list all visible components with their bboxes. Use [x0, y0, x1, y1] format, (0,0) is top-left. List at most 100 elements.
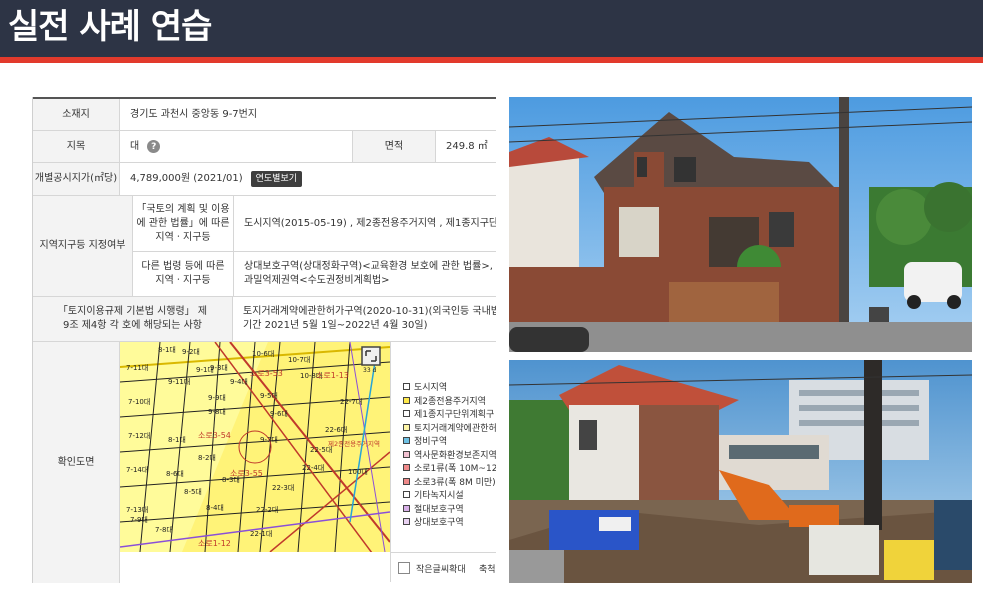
zoning-sub1-row: 「국토의 계획 및 이용에 관한 법률」에 따른 지역ㆍ지구등 도시지역(201…: [133, 196, 496, 252]
legend-label: 소로3류(폭 8M 미만): [414, 477, 496, 488]
zoning-sub2-label: 다른 법령 등에 따른 지역ㆍ지구등: [133, 252, 234, 296]
legend-swatch: [403, 423, 410, 431]
slide-header: 실전 사례 연습: [0, 0, 983, 57]
legend-item: 기타녹지시설: [403, 488, 464, 501]
parcel-label: 9-9대: [208, 394, 226, 402]
parcel-label: 7-12대: [128, 432, 150, 440]
legend-swatch: [403, 464, 410, 471]
legend-item: 소로1류(폭 10M~12M: [403, 461, 496, 474]
scale-label: 축척: [479, 565, 496, 575]
zoning-row: 지역지구등 지정여부 「국토의 계획 및 이용에 관한 법률」에 따른 지역ㆍ지…: [33, 196, 496, 297]
legend-label: 도시지역: [414, 383, 448, 393]
road-label: 제2종전용주거지역: [328, 439, 380, 448]
parcel-label: 7-13대: [126, 506, 148, 514]
parcel-label: 8-1대: [158, 346, 176, 354]
zoning-label: 지역지구등 지정여부: [33, 196, 133, 296]
map-expand-icon: [361, 346, 381, 366]
location-row: 소재지 경기도 과천시 중앙동 9-7번지: [33, 99, 496, 131]
parcel-label: 22-2대: [256, 506, 278, 514]
road-label: 소로3-53: [250, 369, 283, 378]
header-accent-rule: [0, 57, 983, 63]
legend-label: 제1종지구단위계획구: [414, 410, 495, 420]
legend-item: 상대보호구역: [403, 515, 464, 528]
legend-item: 소로3류(폭 8M 미만): [403, 475, 496, 488]
enforcement-row: 「토지이용규제 기본법 시행령」 제9조 제4항 각 호에 해당되는 사항 토지…: [33, 297, 496, 342]
parcel-label: 7-9대: [130, 516, 148, 524]
parcel-label: 22-4대: [302, 464, 324, 472]
cadastral-map-svg: 8-1대 9-2대9-3대10-6대10-7대10-8대9-11대 9-4대9-5대…: [120, 342, 390, 552]
price-value-cell: 4,789,000원 (2021/01) 연도별보기: [120, 163, 496, 195]
road-label: 소로3-55: [230, 469, 263, 478]
legend-label: 상대보호구역: [414, 518, 464, 528]
zoning-sub2-value: 상대보호구역(상대정화구역)<교육환경 보호에 관한 법률>, 역사 과밀억제권…: [234, 252, 496, 296]
enlarge-text-label: 작은글씨확대: [416, 565, 466, 575]
zoning-sub2-line2: 과밀억제권역<수도권정비계획법>: [244, 275, 390, 286]
parcel-label: 10-7대: [288, 356, 310, 364]
house-photo: [509, 97, 972, 352]
map-legend: 도시지역제2종전용주거지역제1종지구단위계획구토지거래계약에관한허정비구역역사문…: [390, 342, 496, 552]
price-label: 개별공시지가(㎡당): [33, 163, 120, 195]
parcel-label: 7-8대: [155, 526, 173, 534]
legend-item: 제2종전용주거지역: [403, 394, 486, 407]
legend-item: 절대보호구역: [403, 502, 464, 515]
enforcement-label: 「토지이용규제 기본법 시행령」 제9조 제4항 각 호에 해당되는 사항: [33, 297, 233, 341]
legend-item: 제1종지구단위계획구: [403, 407, 494, 420]
parcel-label: 9-8대: [208, 408, 226, 416]
zoning-sub2-row: 다른 법령 등에 따른 지역ㆍ지구등 상대보호구역(상대정화구역)<교육환경 보…: [133, 252, 496, 296]
yearly-view-button[interactable]: 연도별보기: [250, 171, 303, 187]
zoning-sub2-line1: 상대보호구역(상대정화구역)<교육환경 보호에 관한 법률>, 역사: [244, 261, 496, 272]
parcel-label: 9-4대: [230, 378, 248, 386]
demolition-photo-image: [509, 360, 972, 583]
parcel-label: 22-6대: [325, 426, 347, 434]
parcel-label: 8-5대: [184, 488, 202, 496]
map-footer: 작은글씨확대 축척: [390, 552, 496, 582]
legend-swatch: [403, 504, 410, 512]
cadastral-map[interactable]: 8-1대 9-2대 9-3대 10-6대 10-7대 10-8대 9-11대 9-4대 9-5대…: [120, 342, 390, 552]
parcel-label: 100대: [348, 468, 368, 476]
parcel-label: 7-10대: [128, 398, 150, 406]
enforcement-value: 토지거래계약에관한허가구역(2020-10-31)(외국인등 국내법인 기간 2…: [233, 297, 496, 341]
parcel-label: 9-2대: [182, 348, 200, 356]
demolition-photo: [509, 360, 972, 583]
enlarge-text-checkbox[interactable]: [398, 562, 410, 574]
road-label: 소로3-54: [198, 431, 231, 440]
parcel-label: 7-14대: [126, 466, 148, 474]
legend-label: 역사문화환경보존지역: [414, 450, 496, 461]
legend-swatch: [403, 450, 410, 458]
price-row: 개별공시지가(㎡당) 4,789,000원 (2021/01) 연도별보기: [33, 163, 496, 196]
category-row: 지목 대 ? 면적 249.8 ㎡: [33, 131, 496, 163]
parcel-label: 10-6대: [252, 350, 274, 358]
parcel-label: 7-11대: [126, 364, 148, 372]
parcel-label: 9-11대: [168, 378, 190, 386]
location-value: 경기도 과천시 중앙동 9-7번지: [130, 108, 258, 120]
parcel-label: 22-1대: [250, 530, 272, 538]
legend-item: 토지거래계약에관한허: [403, 421, 496, 434]
parcel-label: 22-3대: [272, 484, 294, 492]
parcel-label: 9-5대: [260, 392, 278, 400]
help-icon[interactable]: ?: [147, 140, 161, 153]
zoning-sub1-value: 도시지역(2015-05-19) , 제2종전용주거지역 , 제1종지구단위계: [244, 217, 496, 229]
legend-label: 제2종전용주거지역: [414, 396, 486, 407]
category-value: 대: [130, 140, 140, 152]
legend-swatch: [403, 410, 410, 417]
map-scale-text: 33 d: [363, 367, 377, 374]
location-label: 소재지: [33, 99, 120, 130]
enforcement-line1: 토지거래계약에관한허가구역(2020-10-31)(외국인등 국내법인: [243, 306, 496, 317]
zoning-sub1-label: 「국토의 계획 및 이용에 관한 법률」에 따른 지역ㆍ지구등: [133, 196, 234, 251]
legend-label: 절대보호구역: [414, 504, 464, 515]
parcel-label: 8-2대: [198, 454, 216, 462]
legend-label: 소로1류(폭 10M~12M: [414, 464, 496, 474]
area-label: 면적: [353, 131, 436, 162]
slide-title: 실전 사례 연습: [8, 7, 212, 47]
area-value: 249.8 ㎡: [446, 140, 488, 152]
legend-swatch: [403, 396, 410, 404]
legend-item: 도시지역: [403, 380, 447, 393]
legend-label: 토지거래계약에관한허: [414, 423, 496, 434]
enforcement-line2: 기간 2021년 5월 1일~2022년 4월 30일): [243, 320, 428, 331]
parcel-label: 8-6대: [166, 470, 184, 478]
legend-label: 정비구역: [414, 437, 448, 447]
legend-swatch: [403, 437, 410, 444]
parcel-label: 8-4대: [206, 504, 224, 512]
parcel-label: 9-1대: [196, 366, 214, 374]
road-label: 소로1-12: [198, 539, 231, 548]
